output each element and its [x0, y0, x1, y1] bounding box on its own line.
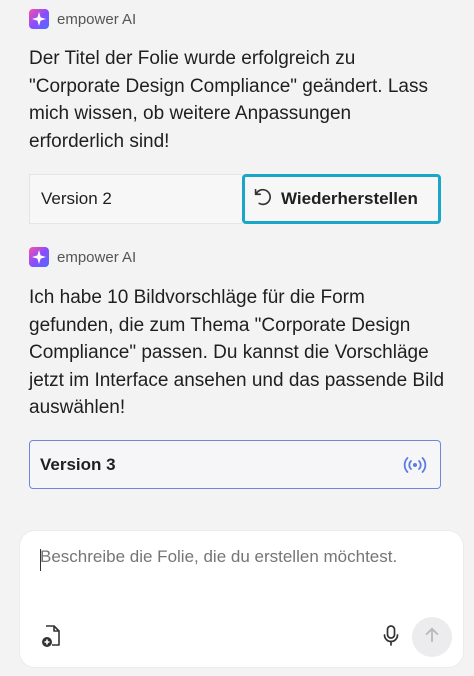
version-label: Version 3 — [40, 454, 116, 474]
empower-logo-icon — [29, 247, 49, 267]
undo-icon — [251, 186, 273, 213]
message-text: Der Titel der Folie wurde erfolgreich zu… — [29, 48, 428, 152]
sender-name: empower AI — [57, 10, 137, 28]
version-3-card[interactable]: Version 3 — [29, 440, 441, 489]
microphone-icon[interactable] — [380, 623, 402, 649]
send-button[interactable] — [412, 617, 452, 657]
arrow-up-icon — [423, 626, 441, 649]
file-add-icon[interactable] — [40, 623, 64, 649]
version-row: Version 2 Wiederherstellen — [29, 174, 441, 224]
message-composer — [19, 530, 464, 668]
version-label[interactable]: Version 2 — [29, 174, 242, 224]
empower-logo-icon — [29, 9, 49, 29]
message-text: Ich habe 10 Bildvorschläge für die Form … — [29, 287, 445, 418]
restore-label: Wiederherstellen — [281, 189, 418, 208]
message-header: empower AI — [29, 9, 136, 29]
restore-button[interactable]: Wiederherstellen — [242, 174, 441, 224]
prompt-input[interactable] — [40, 547, 440, 567]
sender-name: empower AI — [57, 248, 137, 266]
message-header: empower AI — [29, 247, 136, 267]
broadcast-icon — [402, 456, 428, 474]
